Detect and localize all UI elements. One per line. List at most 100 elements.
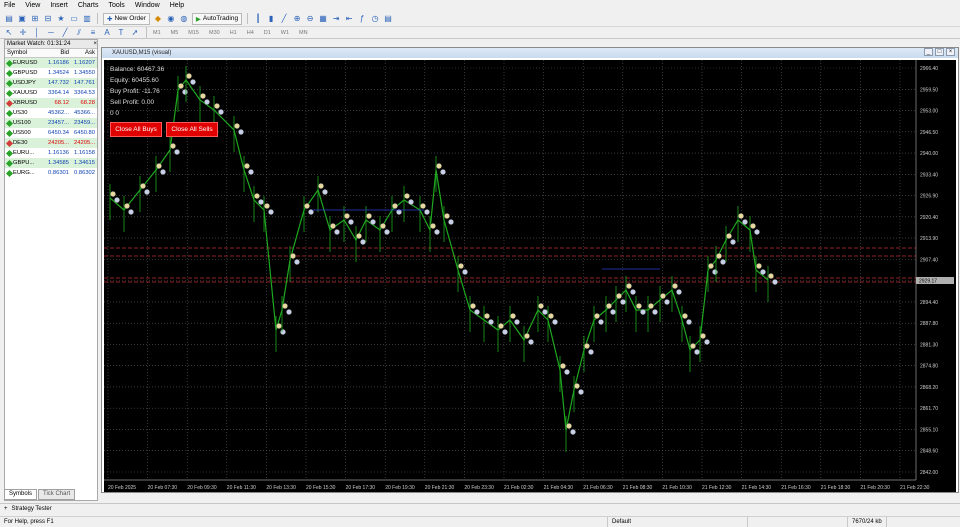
close-icon[interactable]: × <box>946 48 955 56</box>
menu-charts[interactable]: Charts <box>78 2 99 9</box>
zoom-in-icon[interactable]: ⊕ <box>292 14 302 24</box>
column-ask[interactable]: Ask <box>71 49 97 57</box>
plus-icon[interactable]: + <box>4 506 8 512</box>
menu-window[interactable]: Window <box>135 2 160 9</box>
trade-marker <box>712 269 718 275</box>
fibonacci-icon[interactable]: ≡ <box>88 28 98 38</box>
text-icon[interactable]: A <box>102 28 112 38</box>
table-row[interactable]: EURU... 1.16136 1.16158 <box>5 148 97 158</box>
signals-icon[interactable]: ◉ <box>166 14 176 24</box>
bid-cell: 1.16136 <box>48 150 69 156</box>
ask-cell: 45366... <box>74 110 95 116</box>
table-row[interactable]: US100 23457... 23459... <box>5 118 97 128</box>
metaeditor-icon[interactable]: ◆ <box>153 14 163 24</box>
periods-icon[interactable]: ◷ <box>370 14 380 24</box>
symbol-cell: GBPU... <box>5 158 43 168</box>
timeframe-h1[interactable]: H1 <box>230 30 237 36</box>
menu-file[interactable]: File <box>4 2 15 9</box>
crosshair-icon[interactable]: ✛ <box>18 28 28 38</box>
timeframe-m15[interactable]: M15 <box>188 30 199 36</box>
price-chart[interactable]: 2966.40 2959.50 2953.00 2946.50 2940.00 2933.… <box>104 60 956 492</box>
new-order-button[interactable]: ✚ New Order <box>103 12 150 25</box>
menu-insert[interactable]: Insert <box>50 2 68 9</box>
channel-icon[interactable]: ⫽ <box>74 28 84 38</box>
table-row[interactable]: GBPU... 1.34585 1.34615 <box>5 158 97 168</box>
tester-icon[interactable]: ▥ <box>82 14 92 24</box>
symbol-name: XBRUSD <box>13 100 38 106</box>
column-bid[interactable]: Bid <box>43 49 71 57</box>
close-all-buys-button[interactable]: Close All Buys <box>110 122 162 137</box>
menu-help[interactable]: Help <box>170 2 184 9</box>
timeframe-w1[interactable]: W1 <box>281 30 289 36</box>
traffic: 7670/24 kb <box>848 516 887 527</box>
market-watch-icon[interactable]: ⊞ <box>30 14 40 24</box>
cursor-icon[interactable]: ↖ <box>4 28 14 38</box>
minimize-icon[interactable]: _ <box>924 48 933 56</box>
label-icon[interactable]: T <box>116 28 126 38</box>
vertical-line-icon[interactable]: │ <box>32 28 42 38</box>
trade-marker <box>716 253 722 259</box>
trend-icon <box>5 59 14 67</box>
trendline-icon[interactable]: ╱ <box>60 28 70 38</box>
trade-marker <box>156 163 162 169</box>
auto-trading-button[interactable]: ▶ AutoTrading <box>191 12 243 25</box>
maximize-icon[interactable]: □ <box>935 48 944 56</box>
table-row[interactable]: EURG... 0.86301 0.86302 <box>5 168 97 178</box>
horizontal-line-icon[interactable]: ─ <box>46 28 56 38</box>
tab-symbols[interactable]: Symbols <box>4 489 38 500</box>
menu-tools[interactable]: Tools <box>108 2 124 9</box>
trade-marker <box>214 103 220 109</box>
market-icon[interactable]: ◍ <box>179 14 189 24</box>
trade-marker <box>160 169 166 175</box>
menu-bar: File View Insert Charts Tools Window Help <box>0 0 960 11</box>
autoscroll-icon[interactable]: ⇥ <box>331 14 341 24</box>
table-row[interactable]: USDJPY 147.732 147.761 <box>5 78 97 88</box>
table-row[interactable]: XBRUSD 68.12 68.28 <box>5 98 97 108</box>
data-window-icon[interactable]: ⊟ <box>43 14 53 24</box>
close-icon[interactable]: × <box>93 40 97 48</box>
column-symbol[interactable]: Symbol <box>5 49 43 57</box>
templates-icon[interactable]: ▤ <box>383 14 393 24</box>
symbol-name: US30 <box>13 110 28 116</box>
trade-marker <box>660 293 666 299</box>
table-row[interactable]: XAUUSD 3364.14 3364.53 <box>5 88 97 98</box>
trade-marker <box>356 233 362 239</box>
new-chart-icon[interactable]: ▤ <box>4 14 14 24</box>
arrow-icon[interactable]: ➚ <box>130 28 140 38</box>
chart-canvas[interactable]: 2966.40 2959.50 2953.00 2946.50 2940.00 2933.… <box>104 60 956 492</box>
table-row[interactable]: US500 6450.34 6450.80 <box>5 128 97 138</box>
timeframe-m1[interactable]: M1 <box>153 30 161 36</box>
timeframe-mn[interactable]: MN <box>299 30 308 36</box>
profiles-icon[interactable]: ▣ <box>17 14 27 24</box>
zoom-out-icon[interactable]: ⊖ <box>305 14 315 24</box>
trade-marker <box>730 239 736 245</box>
table-row[interactable]: US30 45362... 45366... <box>5 108 97 118</box>
line-chart-icon[interactable]: ╱ <box>279 14 289 24</box>
trade-marker <box>574 383 580 389</box>
trade-marker <box>528 339 534 345</box>
navigator-icon[interactable]: ★ <box>56 14 66 24</box>
menu-view[interactable]: View <box>25 2 40 9</box>
candlestick-icon[interactable]: ▮ <box>266 14 276 24</box>
indicators-icon[interactable]: ƒ <box>357 14 367 24</box>
table-row[interactable]: GBPUSD 1.34524 1.34550 <box>5 68 97 78</box>
terminal-icon[interactable]: ▭ <box>69 14 79 24</box>
trade-marker <box>488 319 494 325</box>
timeframe-d1[interactable]: D1 <box>264 30 271 36</box>
close-all-sells-button[interactable]: Close All Sells <box>166 122 218 137</box>
time-tick: 21 Feb 16:30 <box>781 485 811 491</box>
table-row[interactable]: EURUSD 1.16186 1.16207 <box>5 58 97 68</box>
tab-strategy-tester[interactable]: Strategy Tester <box>12 506 52 512</box>
bid-cell: 68.12 <box>54 100 69 106</box>
tile-windows-icon[interactable]: ▦ <box>318 14 328 24</box>
timeframe-m5[interactable]: M5 <box>171 30 179 36</box>
bar-chart-icon[interactable]: ┃ <box>253 14 263 24</box>
timeframe-h4[interactable]: H4 <box>247 30 254 36</box>
timeframe-m30[interactable]: M30 <box>209 30 220 36</box>
chart-shift-icon[interactable]: ⇤ <box>344 14 354 24</box>
table-row[interactable]: DE30 24205... 24205... <box>5 138 97 148</box>
tab-tick-chart[interactable]: Tick Chart <box>38 489 76 500</box>
help-hint: For Help, press F1 <box>0 516 608 527</box>
ask-cell: 68.28 <box>80 100 95 106</box>
market-watch-panel: Market Watch: 01:31:24 × Symbol Bid Ask E… <box>4 39 98 501</box>
